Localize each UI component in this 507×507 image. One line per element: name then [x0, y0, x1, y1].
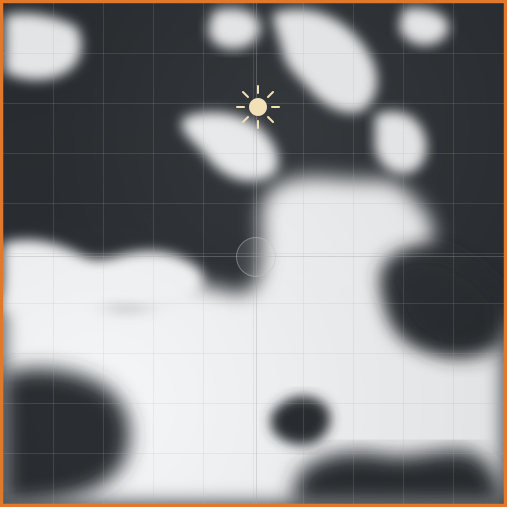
dark-patch-bottom-right	[293, 450, 504, 504]
viewport-frame[interactable]	[0, 0, 507, 507]
center-handle-icon[interactable]	[236, 237, 276, 277]
sun-icon[interactable]	[234, 83, 282, 131]
